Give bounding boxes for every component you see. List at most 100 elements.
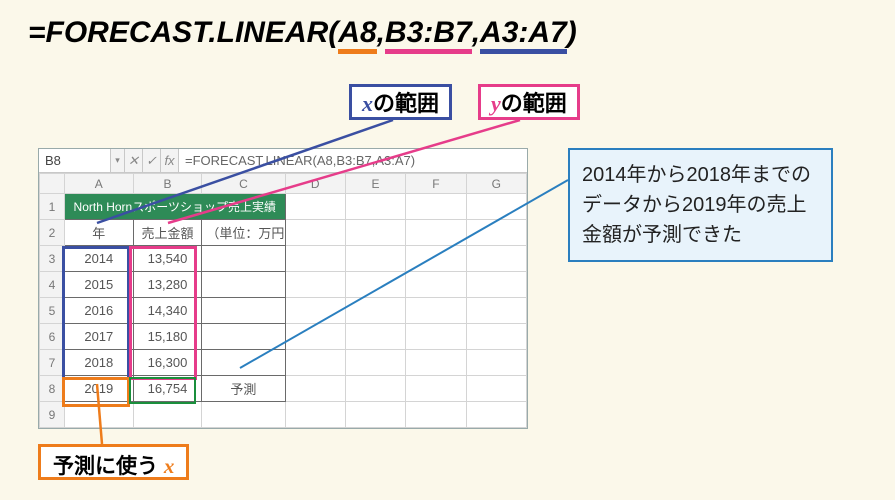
formula-bar-input[interactable]: =FORECAST.LINEAR(A8,B3:B7,A3:A7) xyxy=(179,149,527,172)
explanation-text: 2014年から2018年までのデータから2019年の売上金額が予測できた xyxy=(582,164,811,246)
header-unit[interactable]: （単位：万円） xyxy=(202,220,285,246)
cell-B5[interactable]: 14,340 xyxy=(133,298,202,324)
col-header-D[interactable]: D xyxy=(285,174,345,194)
cell-C3[interactable] xyxy=(202,246,285,272)
cell-A6[interactable]: 2017 xyxy=(64,324,133,350)
row-header-9[interactable]: 9 xyxy=(40,402,65,428)
cell-B8[interactable]: 16,754 xyxy=(133,376,202,402)
name-box[interactable]: B8 xyxy=(39,149,111,172)
row-3: 3 2014 13,540 xyxy=(40,246,527,272)
cell-B7[interactable]: 16,300 xyxy=(133,350,202,376)
cell-A4[interactable]: 2015 xyxy=(64,272,133,298)
col-header-C[interactable]: C xyxy=(202,174,285,194)
col-header-A[interactable]: A xyxy=(64,174,133,194)
cell-G4[interactable] xyxy=(466,272,526,298)
cell-A9[interactable] xyxy=(64,402,133,428)
explanation-box: 2014年から2018年までのデータから2019年の売上金額が予測できた xyxy=(568,148,833,262)
cell-D1[interactable] xyxy=(285,194,345,220)
row-1: 1 North Hornスポーツショップ売上実績 xyxy=(40,194,527,220)
cell-C4[interactable] xyxy=(202,272,285,298)
cell-A7[interactable]: 2018 xyxy=(64,350,133,376)
row-header-6[interactable]: 6 xyxy=(40,324,65,350)
cell-C9[interactable] xyxy=(202,402,285,428)
formula-sep2: , xyxy=(472,16,480,49)
row-header-5[interactable]: 5 xyxy=(40,298,65,324)
row-header-7[interactable]: 7 xyxy=(40,350,65,376)
row-header-3[interactable]: 3 xyxy=(40,246,65,272)
cell-B4[interactable]: 13,280 xyxy=(133,272,202,298)
cell-G1[interactable] xyxy=(466,194,526,220)
label-pred-x: 予測に使う x xyxy=(38,444,189,480)
formula-bar-text: =FORECAST.LINEAR(A8,B3:B7,A3:A7) xyxy=(185,153,415,168)
formula-heading: =FORECAST.LINEAR(A8,B3:B7,A3:A7) xyxy=(28,16,577,50)
cancel-icon[interactable]: ✕ xyxy=(125,149,143,172)
formula-arg1: A8 xyxy=(338,16,376,54)
cell-E8[interactable] xyxy=(345,376,405,402)
x-icon: ✕ xyxy=(128,153,139,169)
row-8: 8 2019 16,754 予測 xyxy=(40,376,527,402)
cell-D8[interactable] xyxy=(285,376,345,402)
cell-D2[interactable] xyxy=(285,220,345,246)
cell-E4[interactable] xyxy=(345,272,405,298)
cell-E3[interactable] xyxy=(345,246,405,272)
cell-F9[interactable] xyxy=(406,402,466,428)
title-cell[interactable]: North Hornスポーツショップ売上実績 xyxy=(64,194,285,220)
cell-A3[interactable]: 2014 xyxy=(64,246,133,272)
header-year[interactable]: 年 xyxy=(64,220,133,246)
cell-F7[interactable] xyxy=(406,350,466,376)
cell-G9[interactable] xyxy=(466,402,526,428)
cell-E1[interactable] xyxy=(345,194,405,220)
row-9: 9 xyxy=(40,402,527,428)
row-header-1[interactable]: 1 xyxy=(40,194,65,220)
col-header-B[interactable]: B xyxy=(133,174,202,194)
cell-E9[interactable] xyxy=(345,402,405,428)
cell-G8[interactable] xyxy=(466,376,526,402)
cell-A5[interactable]: 2016 xyxy=(64,298,133,324)
cell-F8[interactable] xyxy=(406,376,466,402)
cell-E5[interactable] xyxy=(345,298,405,324)
cell-D5[interactable] xyxy=(285,298,345,324)
cell-F4[interactable] xyxy=(406,272,466,298)
cell-B9[interactable] xyxy=(133,402,202,428)
col-header-F[interactable]: F xyxy=(406,174,466,194)
cell-D4[interactable] xyxy=(285,272,345,298)
cell-C5[interactable] xyxy=(202,298,285,324)
formula-suffix: ) xyxy=(567,16,577,49)
cell-G5[interactable] xyxy=(466,298,526,324)
col-header-E[interactable]: E xyxy=(345,174,405,194)
cell-D9[interactable] xyxy=(285,402,345,428)
cell-C6[interactable] xyxy=(202,324,285,350)
cell-D3[interactable] xyxy=(285,246,345,272)
cell-E7[interactable] xyxy=(345,350,405,376)
name-box-dropdown-icon[interactable]: ▾ xyxy=(111,149,125,172)
select-all-corner[interactable] xyxy=(40,174,65,194)
cell-E2[interactable] xyxy=(345,220,405,246)
confirm-icon[interactable]: ✓ xyxy=(143,149,161,172)
header-amount[interactable]: 売上金額 xyxy=(133,220,202,246)
cell-F3[interactable] xyxy=(406,246,466,272)
cell-F5[interactable] xyxy=(406,298,466,324)
cell-A8[interactable]: 2019 xyxy=(64,376,133,402)
cell-F2[interactable] xyxy=(406,220,466,246)
cell-B3[interactable]: 13,540 xyxy=(133,246,202,272)
cell-G3[interactable] xyxy=(466,246,526,272)
fx-icon[interactable]: fx xyxy=(161,149,179,172)
row-header-4[interactable]: 4 xyxy=(40,272,65,298)
cell-G6[interactable] xyxy=(466,324,526,350)
cell-G7[interactable] xyxy=(466,350,526,376)
cell-C8[interactable]: 予測 xyxy=(202,376,285,402)
cell-D7[interactable] xyxy=(285,350,345,376)
formula-prefix: =FORECAST.LINEAR( xyxy=(28,16,338,49)
row-header-2[interactable]: 2 xyxy=(40,220,65,246)
cell-G2[interactable] xyxy=(466,220,526,246)
cell-B6[interactable]: 15,180 xyxy=(133,324,202,350)
x-var: x xyxy=(362,91,373,116)
cell-F6[interactable] xyxy=(406,324,466,350)
cell-F1[interactable] xyxy=(406,194,466,220)
cells-grid[interactable]: A B C D E F G 1 North Hornスポーツショップ売上実績 2 xyxy=(39,173,527,428)
col-header-G[interactable]: G xyxy=(466,174,526,194)
cell-D6[interactable] xyxy=(285,324,345,350)
row-header-8[interactable]: 8 xyxy=(40,376,65,402)
cell-C7[interactable] xyxy=(202,350,285,376)
cell-E6[interactable] xyxy=(345,324,405,350)
